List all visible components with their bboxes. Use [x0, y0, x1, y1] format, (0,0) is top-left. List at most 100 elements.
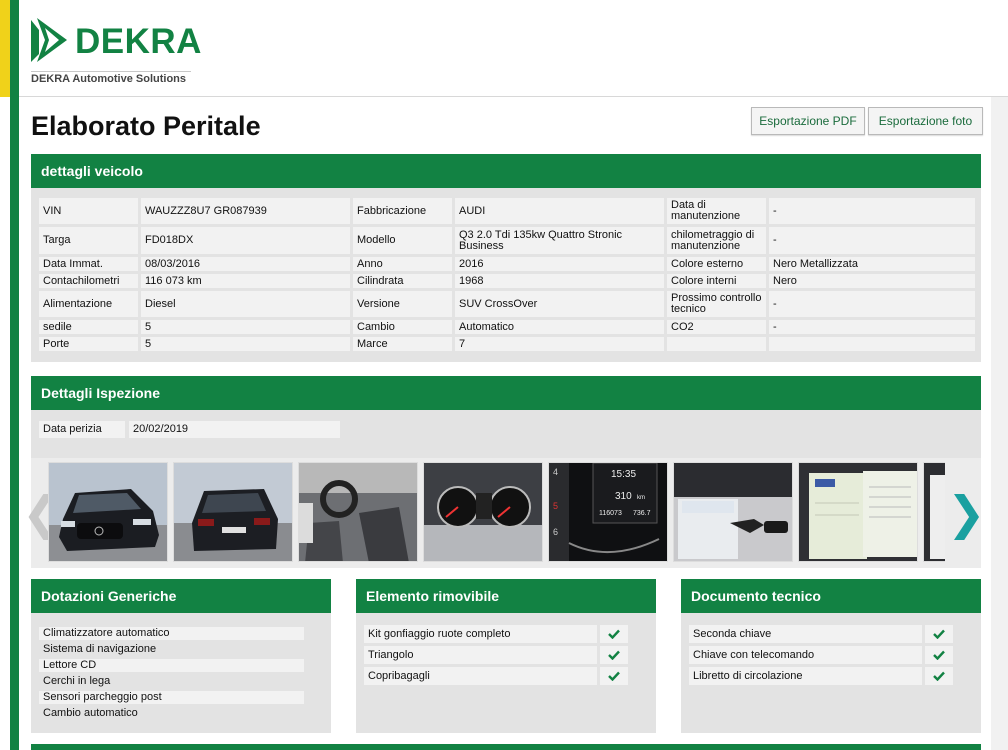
- checklist-label: Chiave con telecomando: [689, 646, 922, 664]
- checkmark-icon: [925, 646, 953, 664]
- checklist-label: Seconda chiave: [689, 625, 922, 643]
- checkmark-icon: [600, 667, 628, 685]
- vehicle-field-value: FD018DX: [141, 227, 350, 254]
- odometer-clock: 15:35: [611, 469, 636, 480]
- car-rear-photo[interactable]: [173, 462, 293, 562]
- vehicle-field-label: Cilindrata: [353, 274, 452, 288]
- equipment-item: Cambio automatico: [43, 707, 138, 719]
- removable-section-header[interactable]: Elemento rimovibile: [356, 579, 656, 613]
- instrument-cluster-photo[interactable]: [423, 462, 543, 562]
- vehicle-field-label: VIN: [39, 198, 138, 224]
- vehicle-field-label: [667, 337, 766, 351]
- vehicle-field-value: 116 073 km: [141, 274, 350, 288]
- tech-doc-section-header[interactable]: Documento tecnico: [681, 579, 981, 613]
- vehicle-field-value: Diesel: [141, 291, 350, 317]
- equipment-item: Climatizzatore automatico: [39, 627, 304, 640]
- logo-divider: [31, 71, 191, 72]
- vehicle-field-value: 08/03/2016: [141, 257, 350, 271]
- odometer-range-unit: km: [637, 495, 645, 501]
- vehicle-field-label: chilometraggio di manutenzione: [667, 227, 766, 254]
- header: DEKRA DEKRA Automotive Solutions: [19, 0, 1008, 97]
- vehicle-field-value: WAUZZZ8U7 GR087939: [141, 198, 350, 224]
- export-pdf-button[interactable]: Esportazione PDF: [751, 107, 865, 135]
- vehicle-field-value: [769, 337, 975, 351]
- vehicle-field-value: -: [769, 198, 975, 224]
- checklist-label: Copribagagli: [364, 667, 597, 685]
- checklist-label: Triangolo: [364, 646, 597, 664]
- vehicle-field-value: -: [769, 320, 975, 334]
- vehicle-field-value: Q3 2.0 Tdi 135kw Quattro Stronic Busines…: [455, 227, 664, 254]
- checklist-row: Triangolo: [364, 646, 628, 664]
- car-keys-photo[interactable]: [673, 462, 793, 562]
- checkmark-icon: [925, 667, 953, 685]
- vehicle-field-value: -: [769, 227, 975, 254]
- vehicle-field-label: Contachilometri: [39, 274, 138, 288]
- vehicle-field-label: Data Immat.: [39, 257, 138, 271]
- vehicle-field-value: AUDI: [455, 198, 664, 224]
- checklist-row: Kit gonfiaggio ruote completo: [364, 625, 628, 643]
- equipment-item: Cerchi in lega: [43, 675, 111, 687]
- checklist-row: Libretto di circolazione: [689, 667, 953, 685]
- vehicle-field-label: Versione: [353, 291, 452, 317]
- vehicle-field-label: Prossimo controllo tecnico: [667, 291, 766, 317]
- vehicle-details-grid: VIN WAUZZZ8U7 GR087939 Fabbricazione AUDI Da…: [39, 198, 975, 351]
- equipment-section-header[interactable]: Dotazioni Generiche: [31, 579, 331, 613]
- car-front-photo[interactable]: [48, 462, 168, 562]
- next-section-header[interactable]: [31, 744, 981, 750]
- vehicle-field-value: Automatico: [455, 320, 664, 334]
- odometer-photo[interactable]: 4 5 6 15:35 310 km 116073 736.7: [548, 462, 668, 562]
- vehicle-field-label: Marce: [353, 337, 452, 351]
- vehicle-field-value: -: [769, 291, 975, 317]
- odometer-range: 310: [615, 491, 632, 502]
- vehicle-field-value: 2016: [455, 257, 664, 271]
- vehicle-field-label: Data di manutenzione: [667, 198, 766, 224]
- checklist-row: Chiave con telecomando: [689, 646, 953, 664]
- tech-doc-list: Seconda chiave Chiave con telecomando Libr…: [689, 625, 953, 688]
- inspection-date-label: Data perizia: [39, 421, 125, 438]
- vehicle-field-label: Colore esterno: [667, 257, 766, 271]
- svg-text:6: 6: [553, 527, 558, 537]
- checkmark-icon: [600, 625, 628, 643]
- vehicle-section-header[interactable]: dettagli veicolo: [31, 154, 981, 188]
- brand-subtitle: DEKRA Automotive Solutions: [31, 73, 187, 85]
- vehicle-field-label: Porte: [39, 337, 138, 351]
- vehicle-field-label: Modello: [353, 227, 452, 254]
- dekra-logo-icon: [31, 18, 67, 62]
- sidebar-accent-green: [10, 0, 19, 750]
- equipment-list: Climatizzatore automatico Sistema di navi…: [39, 627, 304, 723]
- removable-list: Kit gonfiaggio ruote completo Triangolo Co…: [364, 625, 628, 688]
- vehicle-field-value: Nero Metallizzata: [769, 257, 975, 271]
- vehicle-field-label: Colore interni: [667, 274, 766, 288]
- inspection-date-row: Data perizia 20/02/2019: [39, 421, 340, 438]
- vehicle-field-value: 5: [141, 320, 350, 334]
- registration-document-photo[interactable]: [798, 462, 918, 562]
- vehicle-field-value: 7: [455, 337, 664, 351]
- svg-text:5: 5: [553, 501, 558, 511]
- gallery-next-icon[interactable]: ❯: [947, 490, 986, 536]
- equipment-item: Sensori parcheggio post: [39, 691, 304, 704]
- odometer-total: 116073: [599, 510, 622, 517]
- checklist-label: Libretto di circolazione: [689, 667, 922, 685]
- car-interior-photo[interactable]: [298, 462, 418, 562]
- vehicle-field-label: Cambio: [353, 320, 452, 334]
- vehicle-field-value: 1968: [455, 274, 664, 288]
- inspection-section-header[interactable]: Dettagli Ispezione: [31, 376, 981, 410]
- vehicle-field-value: Nero: [769, 274, 975, 288]
- vehicle-field-label: Fabbricazione: [353, 198, 452, 224]
- scrollbar[interactable]: [991, 0, 1008, 750]
- vehicle-field-label: CO2: [667, 320, 766, 334]
- document-photo[interactable]: [923, 462, 945, 562]
- checkmark-icon: [600, 646, 628, 664]
- export-photos-button[interactable]: Esportazione foto: [868, 107, 983, 135]
- gallery-strip: 4 5 6 15:35 310 km 116073 736.7: [48, 462, 945, 562]
- inspection-date-value: 20/02/2019: [129, 421, 340, 438]
- page-title: Elaborato Peritale: [31, 111, 261, 141]
- vehicle-field-value: 5: [141, 337, 350, 351]
- vehicle-field-label: Alimentazione: [39, 291, 138, 317]
- equipment-item: Lettore CD: [39, 659, 304, 672]
- svg-text:4: 4: [553, 467, 558, 477]
- vehicle-field-label: sedile: [39, 320, 138, 334]
- vehicle-field-value: SUV CrossOver: [455, 291, 664, 317]
- checklist-label: Kit gonfiaggio ruote completo: [364, 625, 597, 643]
- vehicle-field-label: Targa: [39, 227, 138, 254]
